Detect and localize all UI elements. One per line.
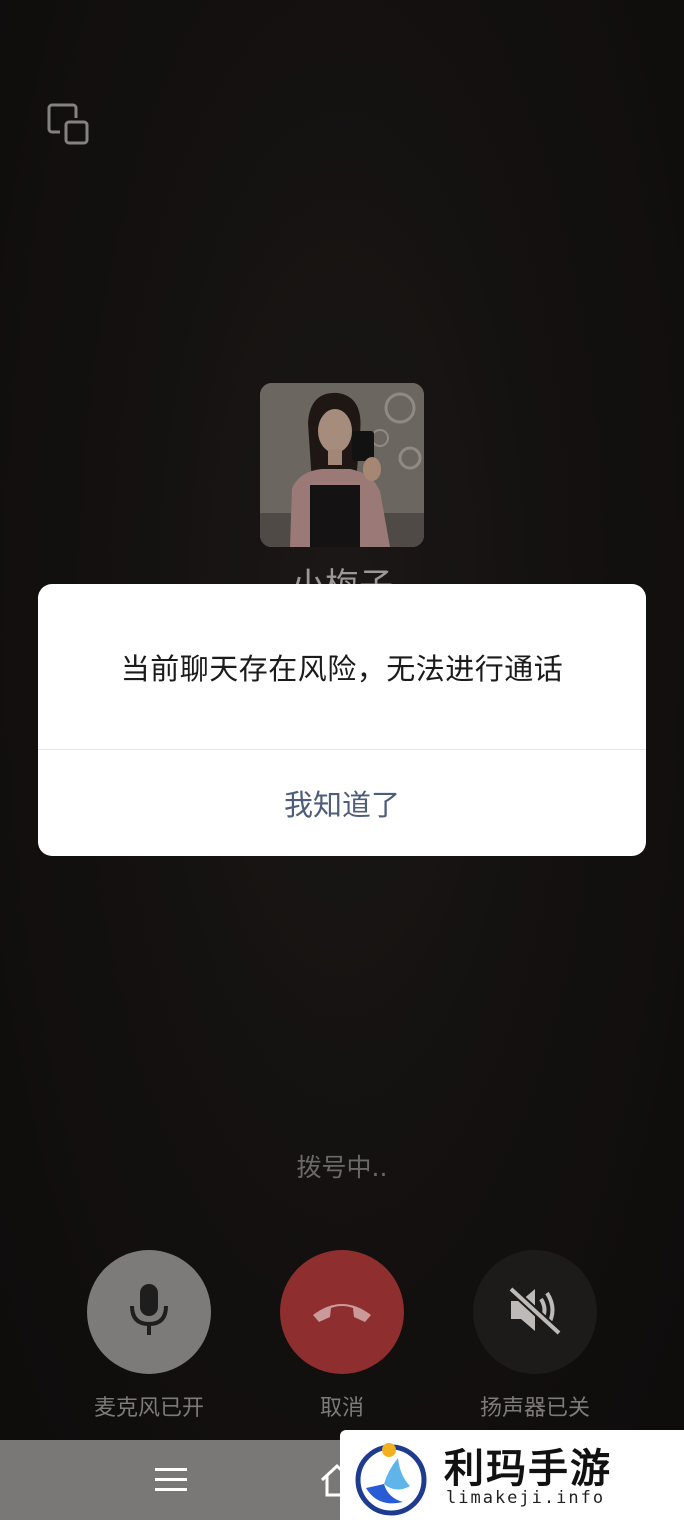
speaker-control: 扬声器已关: [473, 1250, 597, 1422]
microphone-icon: [125, 1282, 173, 1342]
hangup-control: 取消: [280, 1250, 404, 1422]
hangup-phone-icon: [309, 1295, 375, 1329]
menu-icon[interactable]: [152, 1462, 190, 1498]
mic-label: 麦克风已开: [93, 1396, 204, 1421]
speaker-label: 扬声器已关: [479, 1396, 590, 1421]
watermark-logo: [348, 1436, 434, 1516]
watermark-url: limakeji.info: [446, 1488, 606, 1508]
hangup-label: 取消: [319, 1396, 364, 1421]
cancel-call-button[interactable]: [280, 1250, 404, 1374]
dialog-message: 当前聊天存在风险，无法进行通话: [120, 651, 564, 686]
site-watermark: 利玛手游 limakeji.info: [340, 1430, 684, 1520]
speaker-toggle-button[interactable]: [473, 1250, 597, 1374]
mic-toggle-button[interactable]: [87, 1250, 211, 1374]
speaker-muted-icon: [505, 1283, 565, 1341]
mic-control: 麦克风已开: [87, 1250, 211, 1422]
watermark-title: 利玛手游: [444, 1446, 612, 1492]
risk-alert-dialog: 当前聊天存在风险，无法进行通话 我知道了: [38, 584, 646, 856]
got-it-button[interactable]: 我知道了: [38, 750, 646, 856]
call-status: 拨号中..: [296, 1153, 388, 1182]
